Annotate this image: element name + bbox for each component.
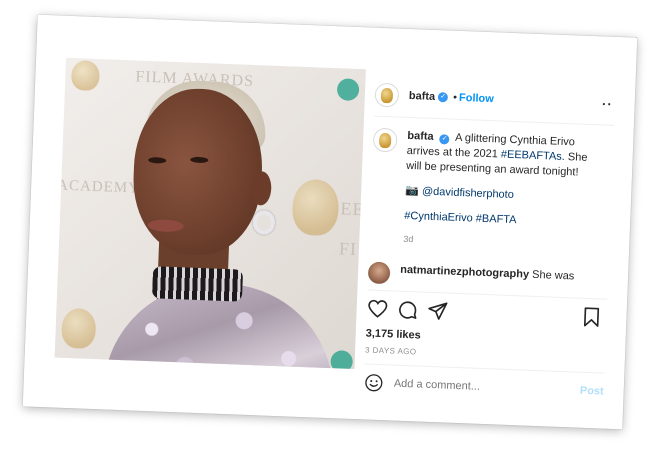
subject-earring (252, 210, 276, 235)
comment-username[interactable]: natmartinezphotography (400, 264, 529, 281)
post-comment-button[interactable]: Post (580, 385, 604, 398)
heart-icon[interactable] (366, 297, 389, 320)
add-comment-row: Post (363, 369, 604, 404)
hashtag-cynthiaerivo[interactable]: #CynthiaErivo (404, 210, 473, 225)
instagram-post-card: FILM AWARDS ACADEMY EE FI bafta ✓ • Foll… (22, 14, 638, 430)
comment-bubble-icon[interactable] (396, 299, 419, 322)
header-username[interactable]: bafta (409, 90, 436, 103)
backdrop-text: EE (340, 198, 365, 220)
more-dots-icon[interactable]: ·· (602, 96, 613, 111)
caption-text: bafta ✓ A glittering Cynthia Erivo arriv… (406, 129, 603, 181)
follow-button[interactable]: Follow (459, 92, 494, 105)
backdrop-text: FI (338, 238, 358, 260)
verified-badge-icon: ✓ (437, 92, 449, 103)
photo-credit: 📷 @davidfisherphoto (405, 184, 600, 206)
post-caption: bafta ✓ A glittering Cynthia Erivo arriv… (369, 127, 613, 255)
hashtag-eebaftas[interactable]: #EEBAFTAs (501, 149, 562, 163)
commenter-avatar[interactable] (367, 261, 391, 285)
comment-body: She was (531, 268, 575, 283)
ee-logo-badge (336, 78, 360, 102)
subject-ear (250, 170, 272, 206)
verified-badge-icon: ✓ (439, 134, 450, 145)
post-date: 3 DAYS AGO (364, 345, 417, 357)
post-header: bafta ✓ • Follow (374, 82, 615, 117)
divider (374, 115, 614, 126)
backdrop-text: ACADEMY (56, 177, 141, 197)
bafta-mask-icon[interactable] (372, 127, 398, 153)
paper-plane-icon[interactable] (426, 300, 449, 323)
bookmark-icon[interactable] (580, 306, 603, 329)
hashtag-bafta[interactable]: #BAFTA (476, 213, 517, 227)
caption-age: 3d (403, 233, 414, 245)
likes-count[interactable]: 3,175 likes (366, 327, 421, 341)
post-side-panel: bafta ✓ • Follow ·· bafta ✓ A glittering… (364, 70, 616, 399)
bafta-mask-logo (291, 178, 340, 237)
bafta-mask-icon[interactable] (374, 82, 400, 108)
credit-mention-link[interactable]: @davidfisherphoto (422, 186, 514, 202)
post-actions (366, 297, 607, 330)
comment-item: natmartinezphotography She was (367, 261, 609, 293)
add-comment-input[interactable] (393, 377, 581, 397)
caption-body: bafta ✓ A glittering Cynthia Erivo arriv… (403, 129, 602, 254)
separator-dot: • (452, 91, 458, 104)
camera-emoji-icon: 📷 (405, 184, 420, 198)
smiley-icon[interactable] (363, 372, 384, 393)
ee-logo-badge (330, 350, 354, 370)
comment-text: natmartinezphotography She was (400, 263, 575, 284)
subject-jeweled-collar (151, 266, 244, 302)
caption-username[interactable]: bafta (407, 130, 434, 143)
bafta-mask-logo (60, 307, 97, 350)
post-photo[interactable]: FILM AWARDS ACADEMY EE FI (54, 57, 366, 370)
caption-hashtags: #CynthiaErivo #BAFTA (404, 209, 599, 231)
bafta-mask-logo (70, 59, 101, 92)
